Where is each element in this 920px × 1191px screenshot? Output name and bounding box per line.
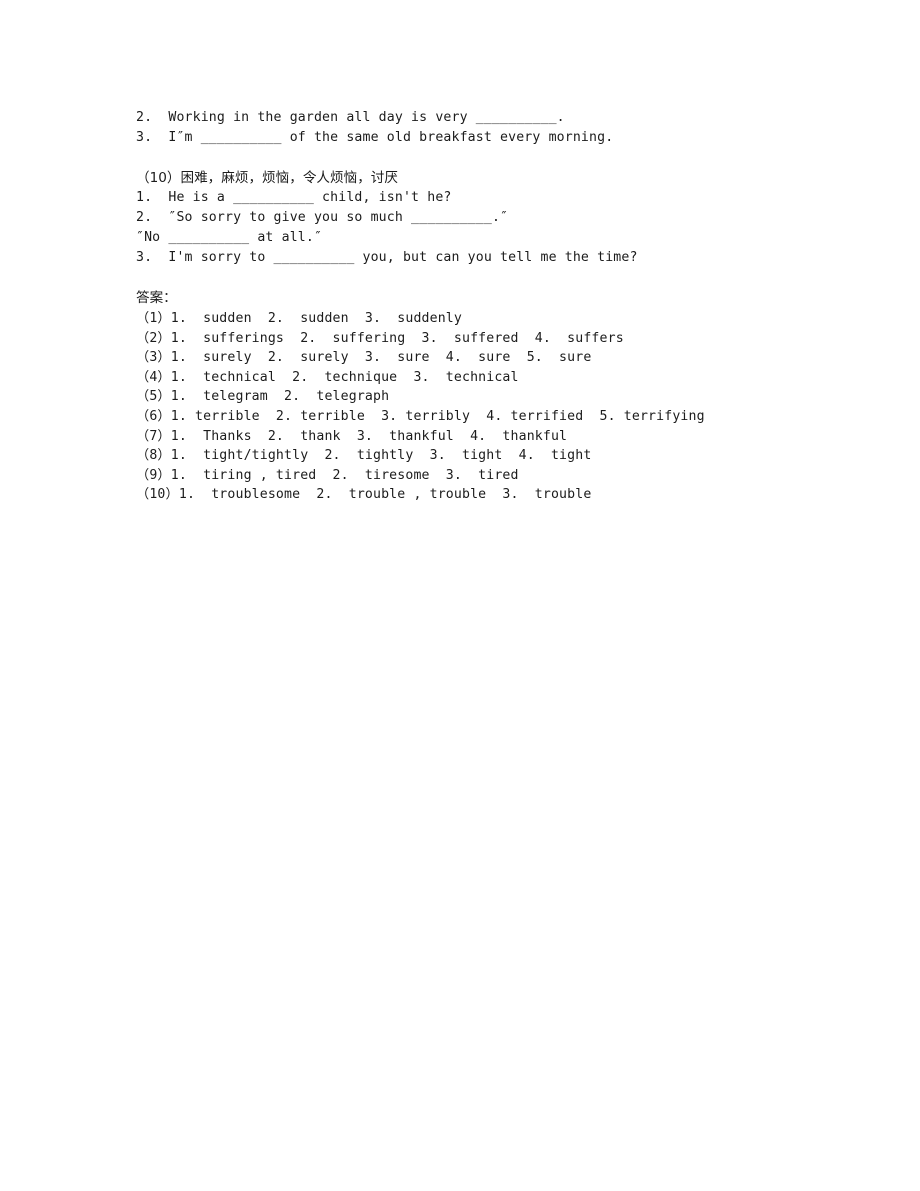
answer-line: （1）1. sudden 2. sudden 3. suddenly bbox=[136, 311, 462, 326]
answers-block: 答案： （1）1. sudden 2. sudden 3. suddenly （… bbox=[136, 288, 836, 505]
exercise-item: 1. He is a __________ child, isn't he? bbox=[136, 190, 452, 205]
answer-line: （2）1. sufferings 2. suffering 3. suffere… bbox=[136, 330, 624, 346]
section-10-block: （10）困难，麻烦，烦恼，令人烦恼，讨厌 1. He is a ________… bbox=[136, 168, 836, 268]
section-10-heading: （10）困难，麻烦，烦恼，令人烦恼，讨厌 bbox=[136, 170, 398, 186]
answer-line: （8）1. tight/tightly 2. tightly 3. tight … bbox=[136, 448, 592, 464]
answer-line: （7）1. Thanks 2. thank 3. thankful 4. tha… bbox=[136, 428, 568, 444]
document-page: 2. Working in the garden all day is very… bbox=[0, 0, 920, 1191]
exercise-item: 3. I'm sorry to __________ you, but can … bbox=[136, 250, 638, 265]
exercise-top-block: 2. Working in the garden all day is very… bbox=[136, 108, 836, 148]
answer-line: （5）1. telegram 2. telegraph bbox=[136, 389, 390, 405]
exercise-item: 2. Working in the garden all day is very… bbox=[136, 110, 565, 125]
answer-line: （6）1. terrible 2. terrible 3. terribly 4… bbox=[136, 408, 705, 424]
exercise-item-continuation: ″No __________ at all.″ bbox=[136, 230, 323, 245]
exercise-item: 2. ″So sorry to give you so much _______… bbox=[136, 210, 509, 225]
document-content: 2. Working in the garden all day is very… bbox=[136, 108, 836, 505]
answer-line: （4）1. technical 2. technique 3. technica… bbox=[136, 369, 519, 385]
answer-line: （10）1. troublesome 2. trouble , trouble … bbox=[136, 487, 592, 503]
exercise-item: 3. I″m __________ of the same old breakf… bbox=[136, 130, 614, 145]
answer-line: （3）1. surely 2. surely 3. sure 4. sure 5… bbox=[136, 350, 592, 366]
answer-line: （9）1. tiring , tired 2. tiresome 3. tire… bbox=[136, 467, 519, 483]
answers-title: 答案： bbox=[136, 290, 177, 306]
